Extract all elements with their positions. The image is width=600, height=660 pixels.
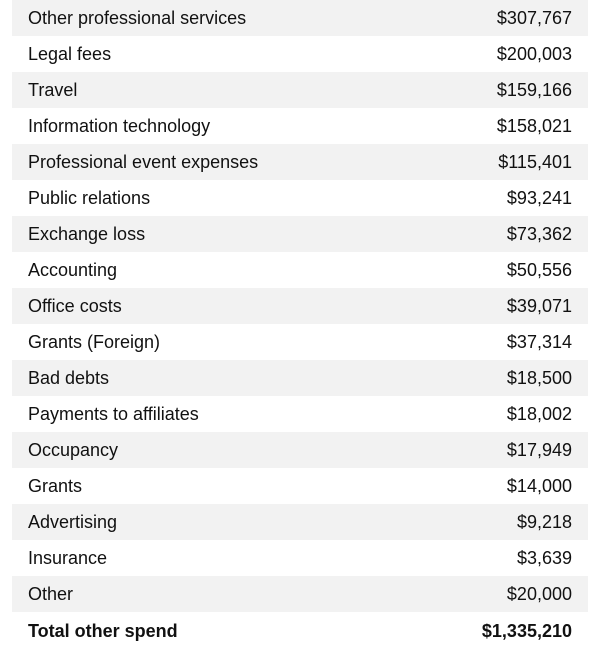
table-row: Legal fees $200,003 <box>12 36 588 72</box>
table-row: Public relations $93,241 <box>12 180 588 216</box>
expense-amount-value: $14,000 <box>506 476 572 496</box>
expense-category-label: Professional event expenses <box>28 152 259 172</box>
table-row: Exchange loss $73,362 <box>12 216 588 252</box>
expense-amount-value: $9,218 <box>516 512 572 532</box>
table-total-row: Total other spend $1,335,210 <box>12 612 588 650</box>
total-amount-value: $1,335,210 <box>481 621 572 641</box>
expense-category-label: Advertising <box>28 512 118 532</box>
expense-category-label: Occupancy <box>28 440 119 460</box>
table-row: Accounting $50,556 <box>12 252 588 288</box>
expense-amount-value: $18,002 <box>506 404 572 424</box>
table-row: Payments to affiliates $18,002 <box>12 396 588 432</box>
table-row: Bad debts $18,500 <box>12 360 588 396</box>
expense-amount-value: $37,314 <box>506 332 572 352</box>
expense-category-label: Office costs <box>28 296 122 316</box>
expense-amount-value: $18,500 <box>506 368 572 388</box>
table-row: Other $20,000 <box>12 576 588 612</box>
expense-amount-value: $115,401 <box>498 152 572 172</box>
table-row: Office costs $39,071 <box>12 288 588 324</box>
expense-amount-value: $17,949 <box>506 440 572 460</box>
expense-amount-value: $73,362 <box>506 224 572 244</box>
expense-amount-value: $307,767 <box>496 8 572 28</box>
expense-category-label: Grants <box>28 476 83 496</box>
expense-category-label: Insurance <box>28 548 108 568</box>
expense-category-label: Information technology <box>28 116 211 136</box>
expense-category-label: Bad debts <box>28 368 110 388</box>
table-row: Professional event expenses $115,401 <box>12 144 588 180</box>
expense-category-label: Grants (Foreign) <box>28 332 161 352</box>
expense-amount-value: $39,071 <box>506 296 572 316</box>
expense-category-label: Payments to affiliates <box>28 404 199 424</box>
expense-category-label: Legal fees <box>28 44 112 64</box>
table-row: Insurance $3,639 <box>12 540 588 576</box>
expense-category-label: Exchange loss <box>28 224 146 244</box>
expense-amount-value: $200,003 <box>496 44 572 64</box>
expense-amount-value: $158,021 <box>496 116 572 136</box>
table-row: Grants (Foreign) $37,314 <box>12 324 588 360</box>
table-row: Information technology $158,021 <box>12 108 588 144</box>
expense-category-label: Public relations <box>28 188 151 208</box>
expense-category-label: Travel <box>28 80 78 100</box>
expense-amount-value: $3,639 <box>516 548 572 568</box>
expense-amount-value: $93,241 <box>506 188 572 208</box>
table-row: Occupancy $17,949 <box>12 432 588 468</box>
expense-category-label: Other professional services <box>28 8 247 28</box>
table-row: Other professional services $307,767 <box>12 0 588 36</box>
expense-category-label: Accounting <box>28 260 118 280</box>
expense-amount-value: $20,000 <box>506 584 572 604</box>
table-row: Grants $14,000 <box>12 468 588 504</box>
table-row: Travel $159,166 <box>12 72 588 108</box>
total-label: Total other spend <box>28 621 178 641</box>
expense-amount-value: $159,166 <box>496 80 572 100</box>
expense-category-label: Other <box>28 584 74 604</box>
table-row: Advertising $9,218 <box>12 504 588 540</box>
expense-amount-value: $50,556 <box>506 260 572 280</box>
other-spend-table: Other professional services $307,767 Legal… <box>0 0 600 650</box>
